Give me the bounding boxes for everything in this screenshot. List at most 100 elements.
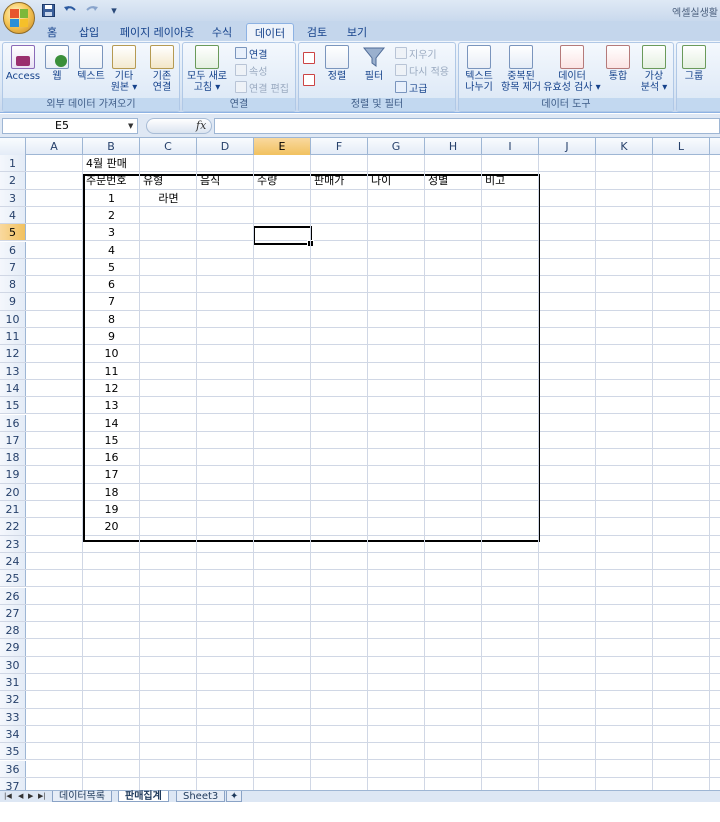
row-header[interactable]: 27 [0, 604, 26, 622]
data-validation-button[interactable]: 데이터 유효성 검사 ▾ [543, 45, 601, 93]
order-number-cell[interactable]: 4 [83, 242, 140, 259]
order-number-cell[interactable]: 8 [83, 311, 140, 328]
order-number-cell[interactable]: 19 [83, 501, 140, 518]
header-cell[interactable]: 비고 [482, 172, 539, 189]
other-sources-button[interactable]: 기타 원본 ▾ [109, 45, 139, 93]
order-number-cell[interactable]: 20 [83, 518, 140, 535]
header-cell[interactable]: 음식 [197, 172, 254, 189]
column-header-d[interactable]: D [197, 138, 254, 155]
first-sheet-icon[interactable]: |◀ [4, 792, 12, 800]
column-header-c[interactable]: C [140, 138, 197, 155]
row-header[interactable]: 13 [0, 362, 26, 379]
column-header-g[interactable]: G [368, 138, 425, 155]
order-number-cell[interactable]: 3 [83, 224, 140, 241]
row-header[interactable]: 25 [0, 570, 26, 587]
order-number-cell[interactable]: 18 [83, 484, 140, 501]
row-header[interactable]: 18 [0, 449, 26, 466]
row-header[interactable]: 11 [0, 328, 26, 345]
order-number-cell[interactable]: 6 [83, 276, 140, 293]
properties-button[interactable]: 속성 [235, 63, 267, 78]
header-cell[interactable]: 판매가 [311, 172, 368, 189]
text-to-columns-button[interactable]: 텍스트 나누기 [461, 45, 497, 93]
row-header[interactable]: 24 [0, 552, 26, 570]
row-header[interactable]: 16 [0, 414, 26, 431]
row-header[interactable]: 14 [0, 379, 26, 397]
edit-links-button[interactable]: 연결 편집 [235, 80, 289, 95]
row-header[interactable]: 23 [0, 535, 26, 552]
row-header[interactable]: 30 [0, 656, 26, 673]
name-box[interactable]: E5 [2, 118, 138, 134]
order-number-cell[interactable]: 12 [83, 380, 140, 397]
order-number-cell[interactable]: 7 [83, 293, 140, 310]
row-header[interactable]: 20 [0, 483, 26, 500]
column-header-j[interactable]: J [539, 138, 596, 155]
last-sheet-icon[interactable]: ▶| [38, 792, 46, 800]
sort-descending-button[interactable] [303, 73, 315, 87]
tab-formulas[interactable]: 수식 [206, 23, 238, 41]
row-header[interactable]: 15 [0, 397, 26, 414]
order-number-cell[interactable]: 2 [83, 207, 140, 224]
row-header[interactable]: 28 [0, 622, 26, 639]
chevron-down-icon[interactable]: ▼ [128, 122, 133, 130]
consolidate-button[interactable]: 통합 [603, 45, 633, 82]
worksheet-grid[interactable]: ABCDEFGHIJKL 1 4월 판매 2 주문번호 유형 음식 수량 판매가 나이 성별 비고 3… [0, 138, 720, 790]
row-header[interactable]: 8 [0, 276, 26, 293]
tab-insert[interactable]: 삽입 [74, 23, 104, 41]
header-cell[interactable]: 주문번호 [83, 172, 140, 189]
row-header[interactable]: 33 [0, 708, 26, 725]
row-header[interactable]: 5 [0, 224, 26, 241]
what-if-analysis-button[interactable]: 가상 분석 ▾ [637, 45, 671, 93]
text-button[interactable]: 텍스트 [73, 45, 109, 82]
tab-data[interactable]: 데이터 [246, 23, 294, 41]
row-header[interactable]: 6 [0, 241, 26, 258]
sort-button[interactable]: 정렬 [321, 45, 353, 82]
reapply-button[interactable]: 다시 적용 [395, 63, 449, 78]
row-header[interactable]: 4 [0, 206, 26, 224]
order-number-cell[interactable]: 1 [83, 190, 140, 207]
save-icon[interactable] [40, 2, 56, 18]
row-header[interactable]: 34 [0, 725, 26, 743]
row-header[interactable]: 29 [0, 639, 26, 656]
formula-input[interactable] [214, 118, 720, 134]
customize-qat-button[interactable]: ▾ [106, 2, 122, 18]
remove-duplicates-button[interactable]: 중복된 항목 제거 [499, 45, 543, 93]
sheet-tab-sales-summary[interactable]: 판매집계 [118, 791, 169, 802]
access-button[interactable]: Access [5, 45, 41, 82]
office-button[interactable] [3, 2, 35, 34]
row-header[interactable]: 12 [0, 345, 26, 362]
order-number-cell[interactable]: 14 [83, 415, 140, 432]
tab-review[interactable]: 검토 [302, 23, 332, 41]
column-header-e[interactable]: E [254, 138, 311, 155]
row-header[interactable]: 22 [0, 518, 26, 535]
undo-icon[interactable] [62, 2, 78, 18]
row-header[interactable]: 7 [0, 258, 26, 276]
cell-b1-title[interactable]: 4월 판매 [83, 155, 140, 172]
redo-icon[interactable] [84, 2, 100, 18]
tab-page-layout[interactable]: 페이지 레이아웃 [114, 23, 200, 41]
column-header-k[interactable]: K [596, 138, 653, 155]
order-number-cell[interactable]: 16 [83, 449, 140, 466]
column-header-l[interactable]: L [653, 138, 710, 155]
row-header[interactable]: 3 [0, 189, 26, 206]
order-number-cell[interactable]: 9 [83, 328, 140, 345]
existing-connections-button[interactable]: 기존 연결 [145, 45, 179, 93]
clear-filter-button[interactable]: 지우기 [395, 46, 437, 61]
insert-sheet-icon[interactable]: ✦ [226, 791, 243, 802]
row-header[interactable]: 37 [0, 777, 26, 790]
prev-sheet-icon[interactable]: ◀ [18, 792, 23, 800]
row-header[interactable]: 35 [0, 743, 26, 760]
column-header-i[interactable]: I [482, 138, 539, 155]
row-header[interactable]: 9 [0, 293, 26, 310]
row-header[interactable]: 36 [0, 760, 26, 777]
sort-ascending-button[interactable] [303, 51, 315, 65]
sheet-tab-sheet3[interactable]: Sheet3 [176, 791, 226, 802]
insert-function-icon[interactable]: fx [196, 119, 206, 132]
select-all-corner[interactable] [0, 138, 26, 155]
row-header[interactable]: 2 [0, 172, 26, 189]
row-header[interactable]: 10 [0, 310, 26, 327]
advanced-filter-button[interactable]: 고급 [395, 80, 427, 95]
row-header[interactable]: 21 [0, 501, 26, 518]
order-number-cell[interactable]: 13 [83, 397, 140, 414]
row-header[interactable]: 32 [0, 691, 26, 708]
row-header[interactable]: 31 [0, 674, 26, 691]
